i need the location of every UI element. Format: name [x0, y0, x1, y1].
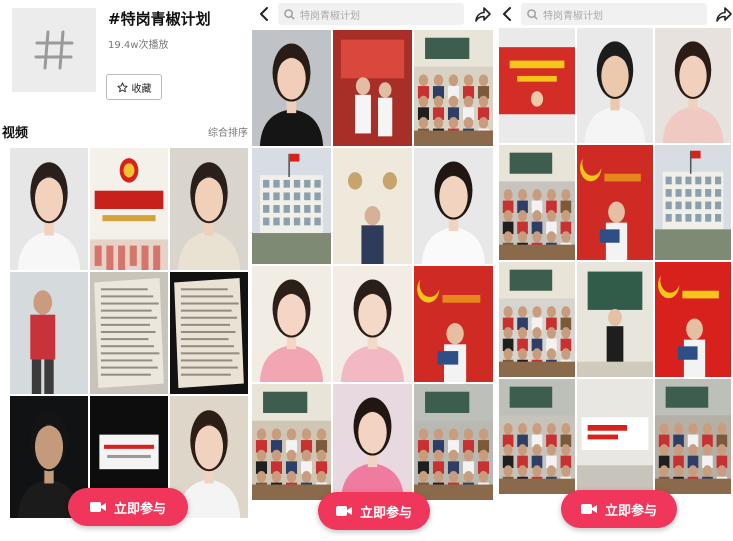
thumbnail-image: [414, 30, 493, 146]
video-thumbnail[interactable]: [414, 384, 493, 500]
thumbnail-image: [414, 384, 493, 500]
sort-dropdown[interactable]: 综合排序: [208, 124, 248, 139]
video-thumbnail[interactable]: [655, 379, 731, 494]
join-button[interactable]: 立即参与: [561, 490, 677, 528]
search-query: 特岗青椒计划: [543, 10, 603, 22]
video-thumbnail[interactable]: [577, 28, 653, 143]
join-button[interactable]: 立即参与: [318, 492, 430, 530]
topic-panel: #特岗青椒计划 19.4w次播放 收藏 视频 综合排序 立即参与: [0, 0, 250, 541]
favorite-button[interactable]: 收藏: [106, 74, 162, 100]
join-label: 立即参与: [359, 505, 412, 521]
video-thumbnail[interactable]: [333, 30, 412, 146]
thumbnail-image: [655, 28, 731, 143]
video-thumbnail[interactable]: [10, 148, 88, 270]
thumbnail-image: [577, 379, 653, 494]
thumbnail-image: [414, 266, 493, 382]
video-camera-icon: [580, 504, 597, 514]
search-input[interactable]: 特岗青椒计划: [278, 3, 464, 25]
share-icon[interactable]: [715, 5, 733, 23]
video-thumbnail[interactable]: [577, 262, 653, 377]
topic-title: #特岗青椒计划: [108, 10, 211, 28]
video-thumbnail[interactable]: [655, 28, 731, 143]
hashtag-icon: [34, 30, 74, 70]
video-thumbnail[interactable]: [90, 148, 168, 270]
section-title: 视频: [2, 126, 29, 141]
video-thumbnail[interactable]: [577, 145, 653, 260]
thumbnail-image: [499, 379, 575, 494]
video-thumbnail[interactable]: [499, 379, 575, 494]
video-thumbnail[interactable]: [10, 272, 88, 394]
thumbnail-image: [252, 384, 331, 500]
thumbnail-image: [252, 148, 331, 264]
search-query: 特岗青椒计划: [300, 10, 360, 22]
thumbnail-image: [10, 148, 88, 270]
search-icon: [284, 8, 295, 20]
thumbnail-image: [499, 28, 575, 143]
thumbnail-image: [333, 384, 412, 500]
thumbnail-image: [90, 272, 168, 394]
favorite-label: 收藏: [131, 83, 152, 95]
video-thumbnail[interactable]: [333, 266, 412, 382]
thumbnail-image: [577, 145, 653, 260]
video-thumbnail[interactable]: [414, 30, 493, 146]
video-thumbnail[interactable]: [655, 145, 731, 260]
video-thumbnail[interactable]: [252, 384, 331, 500]
topic-cover: [12, 8, 96, 92]
video-thumbnail[interactable]: [577, 379, 653, 494]
join-label: 立即参与: [113, 501, 166, 517]
star-icon: [116, 81, 128, 92]
thumbnail-image: [333, 148, 412, 264]
thumbnail-image: [655, 145, 731, 260]
thumbnail-image: [252, 266, 331, 382]
thumbnail-image: [10, 272, 88, 394]
video-thumbnail[interactable]: [499, 28, 575, 143]
thumbnail-image: [90, 148, 168, 270]
thumbnail-image: [333, 30, 412, 146]
video-thumbnail[interactable]: [252, 30, 331, 146]
thumbnail-image: [170, 272, 248, 394]
video-camera-icon: [335, 506, 352, 516]
thumbnail-image: [655, 379, 731, 494]
video-grid: [252, 30, 495, 541]
video-grid: [10, 148, 250, 541]
video-thumbnail[interactable]: [170, 148, 248, 270]
video-thumbnail[interactable]: [333, 384, 412, 500]
thumbnail-image: [333, 266, 412, 382]
join-button[interactable]: 立即参与: [68, 488, 188, 526]
thumbnail-image: [170, 148, 248, 270]
share-icon[interactable]: [474, 5, 492, 23]
search-icon: [527, 8, 538, 20]
video-thumbnail[interactable]: [414, 148, 493, 264]
top-bar: 特岗青椒计划: [497, 0, 733, 28]
thumbnail-image: [655, 262, 731, 377]
thumbnail-image: [577, 28, 653, 143]
video-thumbnail[interactable]: [499, 145, 575, 260]
video-thumbnail[interactable]: [252, 148, 331, 264]
search-input[interactable]: 特岗青椒计划: [521, 3, 707, 25]
thumbnail-image: [577, 262, 653, 377]
video-thumbnail[interactable]: [333, 148, 412, 264]
thumbnail-image: [499, 145, 575, 260]
video-thumbnail[interactable]: [655, 262, 731, 377]
search-results-panel: 特岗青椒计划 立即参与: [252, 0, 495, 541]
video-thumbnail[interactable]: [414, 266, 493, 382]
thumbnail-image: [499, 262, 575, 377]
video-thumbnail[interactable]: [252, 266, 331, 382]
video-grid: [499, 28, 733, 541]
thumbnail-image: [414, 148, 493, 264]
video-thumbnail[interactable]: [170, 272, 248, 394]
video-thumbnail[interactable]: [499, 262, 575, 377]
back-arrow-icon[interactable]: [256, 5, 274, 23]
play-count: 19.4w次播放: [108, 40, 169, 51]
video-thumbnail[interactable]: [90, 272, 168, 394]
search-results-panel: 特岗青椒计划 立即参与: [497, 0, 733, 541]
back-arrow-icon[interactable]: [499, 5, 517, 23]
join-label: 立即参与: [604, 503, 657, 519]
video-camera-icon: [89, 502, 106, 512]
top-bar: 特岗青椒计划: [252, 0, 495, 28]
thumbnail-image: [252, 30, 331, 146]
